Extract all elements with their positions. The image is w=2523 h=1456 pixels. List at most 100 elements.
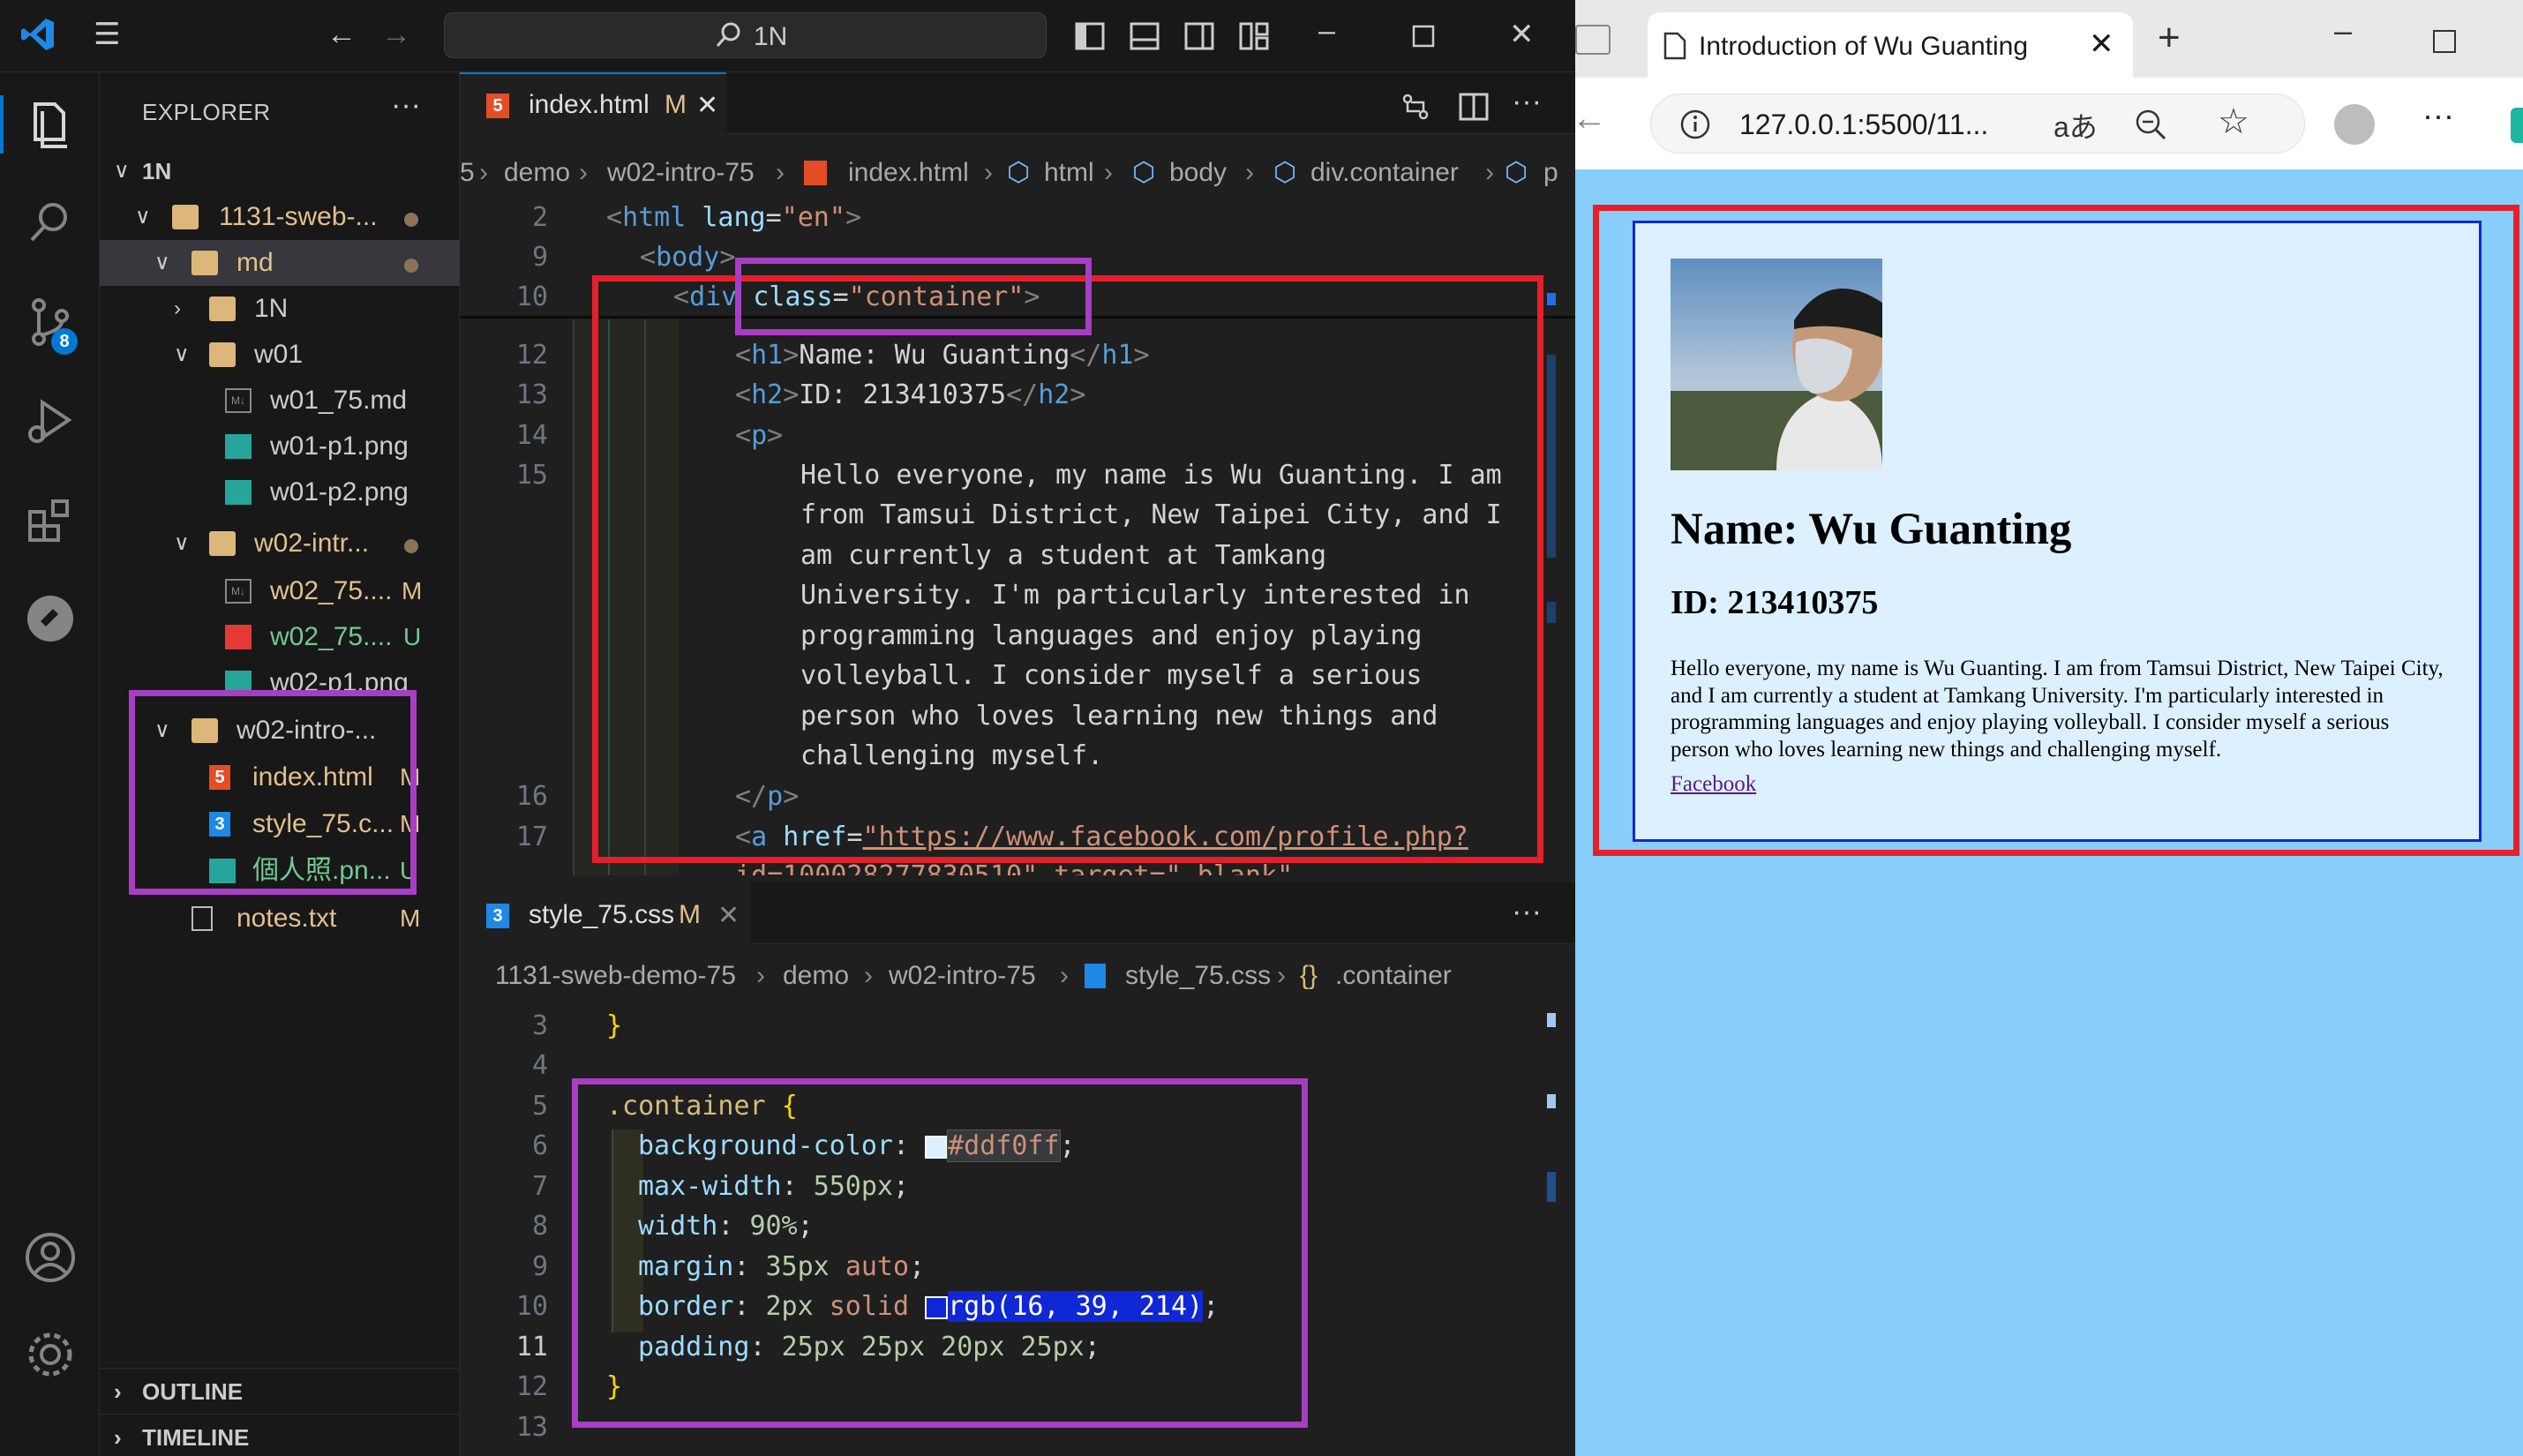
search-icon[interactable] bbox=[21, 194, 79, 252]
menu-icon[interactable]: ☰ bbox=[94, 19, 120, 49]
browser-window: Introduction of Wu Guanting ✕ + – ← 127.… bbox=[1572, 0, 2523, 1456]
favorite-star-icon[interactable]: ☆ bbox=[2218, 101, 2249, 142]
chevron-right-icon: › bbox=[114, 1424, 122, 1451]
timeline-section[interactable]: › TIMELINE bbox=[100, 1414, 460, 1456]
outline-section[interactable]: › OUTLINE bbox=[100, 1368, 460, 1414]
browser-tabbar: Introduction of Wu Guanting ✕ + – bbox=[1575, 0, 2523, 78]
tree-file[interactable]: w01-p1.png bbox=[100, 424, 460, 469]
command-center-label: 1N bbox=[754, 22, 788, 51]
image-icon bbox=[225, 434, 252, 459]
settings-gear-icon[interactable] bbox=[21, 1325, 79, 1384]
tree-folder[interactable]: ∨ 1131-sweb-... bbox=[100, 194, 460, 240]
tree-folder-selected[interactable]: ∨ md bbox=[100, 240, 460, 286]
highlight-box-purple bbox=[129, 690, 417, 895]
highlight-box-purple bbox=[572, 1078, 1308, 1428]
explorer-icon[interactable] bbox=[21, 95, 79, 154]
folder-icon bbox=[172, 205, 199, 229]
command-center[interactable]: 1N bbox=[444, 12, 1047, 58]
css3-icon bbox=[1085, 964, 1106, 988]
pdf-icon bbox=[225, 625, 252, 649]
code-line: <body> bbox=[640, 242, 736, 273]
symbol-icon: ⬡ bbox=[1132, 158, 1156, 187]
close-tab-icon[interactable]: ✕ bbox=[2089, 26, 2114, 62]
editor1-code[interactable]: 2 9 10 12 13 14 15 16 17 <html lang="en"… bbox=[460, 196, 1575, 875]
folder-icon bbox=[209, 531, 236, 556]
code-line: <html lang="en"> bbox=[606, 202, 861, 233]
maximize-icon[interactable] bbox=[2433, 30, 2456, 53]
modified-dot bbox=[404, 259, 418, 273]
tab-style-css[interactable]: 3 style_75.css M ✕ bbox=[460, 882, 751, 944]
tree-folder[interactable]: › 1N bbox=[100, 286, 460, 332]
tree-folder[interactable]: ∨ w02-intr... bbox=[100, 521, 460, 567]
tree-file[interactable]: M↓ w01_75.md bbox=[100, 378, 460, 424]
modified-dot bbox=[404, 539, 418, 553]
html5-icon: 5 bbox=[486, 94, 509, 118]
open-changes-icon[interactable] bbox=[1400, 92, 1430, 122]
accounts-icon[interactable] bbox=[21, 1228, 79, 1287]
more-actions-icon[interactable]: ··· bbox=[1512, 895, 1542, 929]
read-aloud-icon[interactable]: aあ bbox=[2054, 105, 2098, 146]
activity-bar: 8 bbox=[0, 72, 100, 1456]
tree-file[interactable]: w01-p2.png bbox=[100, 469, 460, 515]
chevron-right-icon: › bbox=[114, 1378, 122, 1405]
new-tab-icon[interactable]: + bbox=[2158, 16, 2181, 60]
toggle-secondary-sidebar-icon[interactable] bbox=[1184, 21, 1214, 51]
breadcrumb: 5 › demo › w02-intro-75 › index.html › ⬡… bbox=[460, 150, 1575, 196]
close-tab-icon[interactable]: ✕ bbox=[717, 900, 740, 931]
more-actions-icon[interactable]: ··· bbox=[1512, 85, 1542, 119]
remote-explorer-icon[interactable] bbox=[21, 589, 79, 648]
breadcrumb: 1131-sweb-demo-75 › demo › w02-intro-75 … bbox=[460, 953, 1575, 999]
browser-tab-title: Introduction of Wu Guanting bbox=[1699, 32, 2029, 61]
vscode-window: ☰ ← → 1N – ✕ 8 EXPLORER ··· ∨ 1N ∨ 1131-… bbox=[0, 0, 1575, 1456]
highlight-box-red bbox=[1593, 205, 2519, 856]
chevron-down-icon: ∨ bbox=[174, 342, 190, 366]
explorer-title: EXPLORER bbox=[142, 99, 271, 125]
chevron-down-icon: ∨ bbox=[114, 159, 130, 183]
close-icon[interactable]: ✕ bbox=[1509, 19, 1535, 49]
folder-icon bbox=[209, 296, 236, 321]
highlight-box-red bbox=[592, 275, 1543, 863]
run-debug-icon[interactable] bbox=[21, 392, 79, 450]
url-text: 127.0.0.1:5500/11... bbox=[1739, 109, 1989, 140]
back-icon[interactable]: ← bbox=[327, 19, 357, 49]
explorer-more-icon[interactable]: ··· bbox=[391, 88, 421, 123]
customize-layout-icon[interactable] bbox=[1239, 21, 1269, 51]
tree-folder[interactable]: ∨ w01 bbox=[100, 332, 460, 378]
minimize-icon[interactable]: – bbox=[2334, 12, 2352, 49]
tree-file[interactable]: notes.txt M bbox=[100, 896, 460, 942]
tab-index-html[interactable]: 5 index.html M ✕ bbox=[460, 72, 726, 134]
profile-avatar[interactable] bbox=[2334, 104, 2375, 145]
toggle-panel-icon[interactable] bbox=[1130, 21, 1160, 51]
maximize-icon[interactable] bbox=[1412, 25, 1435, 48]
forward-icon[interactable]: → bbox=[381, 19, 411, 49]
search-icon bbox=[716, 22, 740, 47]
back-icon[interactable]: ← bbox=[1572, 99, 1607, 139]
symbol-icon: ⬡ bbox=[1273, 158, 1297, 187]
active-indicator bbox=[0, 95, 4, 154]
highlight-box-purple bbox=[735, 258, 1092, 335]
address-bar[interactable]: 127.0.0.1:5500/11... aあ ☆ bbox=[1650, 94, 2305, 154]
html5-icon bbox=[804, 161, 827, 185]
extensions-icon[interactable] bbox=[21, 491, 79, 549]
zoom-icon[interactable] bbox=[2133, 107, 2168, 142]
toggle-sidebar-icon[interactable] bbox=[1075, 21, 1105, 51]
tree-root[interactable]: ∨ 1N bbox=[100, 148, 460, 194]
tree-file[interactable]: M↓ w02_75.... M bbox=[100, 568, 460, 614]
vscode-logo-icon bbox=[21, 19, 54, 50]
browser-tab[interactable]: Introduction of Wu Guanting ✕ bbox=[1648, 12, 2133, 78]
tab-actions-icon[interactable] bbox=[1575, 25, 1611, 55]
page-icon bbox=[1663, 32, 1686, 60]
copilot-icon[interactable] bbox=[2511, 108, 2523, 143]
source-control-badge: 8 bbox=[51, 328, 78, 355]
info-icon[interactable] bbox=[1679, 109, 1711, 140]
more-menu-icon[interactable]: ··· bbox=[2422, 97, 2454, 134]
minimize-icon[interactable]: – bbox=[1318, 16, 1335, 46]
editor2-tabbar: 3 style_75.css M ✕ ··· bbox=[460, 882, 1575, 944]
image-icon bbox=[225, 480, 252, 505]
tree-file[interactable]: w02_75.... U bbox=[100, 614, 460, 660]
close-tab-icon[interactable]: ✕ bbox=[696, 90, 718, 121]
chevron-down-icon: ∨ bbox=[154, 251, 170, 274]
markdown-icon: M↓ bbox=[225, 388, 252, 413]
text-file-icon bbox=[191, 906, 213, 931]
split-editor-icon[interactable] bbox=[1459, 92, 1489, 122]
